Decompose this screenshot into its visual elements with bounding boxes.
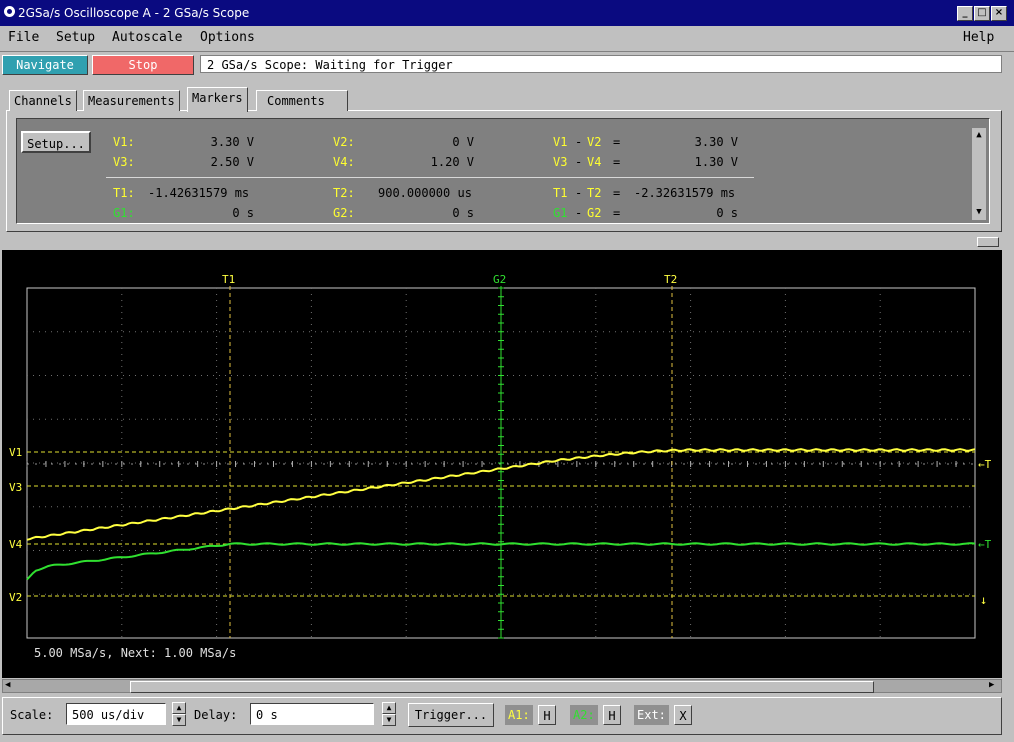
scale-label: Scale:	[10, 708, 54, 722]
ext-trigger-chip: Ext:	[634, 705, 669, 725]
scroll-thumb[interactable]	[130, 681, 874, 693]
sample-rate-info: 5.00 MSa/s, Next: 1.00 MSa/s	[34, 646, 237, 660]
v4-marker-label: V4	[9, 538, 23, 551]
delay-input[interactable]: 0 s	[250, 703, 374, 725]
trigger-button[interactable]: Trigger...	[408, 703, 494, 727]
ext-trigger-button[interactable]: X	[674, 705, 692, 725]
scroll-right-icon[interactable]: ▶	[989, 680, 994, 690]
ground-arrow-icon: ↓	[980, 593, 988, 607]
scale-up-icon[interactable]: ▲	[172, 702, 186, 714]
a1-trigger-button[interactable]: H	[538, 705, 556, 725]
waveform-plot	[26, 286, 976, 639]
scope-hscrollbar[interactable]: ◀ ▶	[2, 679, 1002, 693]
a2-trigger-button[interactable]: H	[603, 705, 621, 725]
a2-trigger-chip: A2:	[570, 705, 598, 725]
v2-marker-label: V2	[9, 591, 23, 604]
channel2-trigger-level: ←T	[978, 538, 992, 551]
marker-lines	[27, 286, 975, 638]
scale-input[interactable]: 500 us/div	[66, 703, 166, 725]
channel1-trigger-level: ←T	[978, 458, 992, 471]
v1-marker-label: V1	[9, 446, 23, 459]
v3-marker-label: V3	[9, 481, 23, 494]
scroll-left-icon[interactable]: ◀	[5, 680, 10, 690]
scale-down-icon[interactable]: ▼	[172, 714, 186, 726]
delay-up-icon[interactable]: ▲	[382, 702, 396, 714]
tab-markers[interactable]: Markers	[187, 87, 248, 112]
delay-down-icon[interactable]: ▼	[382, 714, 396, 726]
delay-label: Delay:	[194, 708, 238, 722]
t2-marker-label: T2	[664, 273, 678, 286]
g2-marker-label: G2	[493, 273, 507, 286]
t1-marker-label: T1	[222, 273, 236, 286]
a1-trigger-chip: A1:	[505, 705, 533, 725]
